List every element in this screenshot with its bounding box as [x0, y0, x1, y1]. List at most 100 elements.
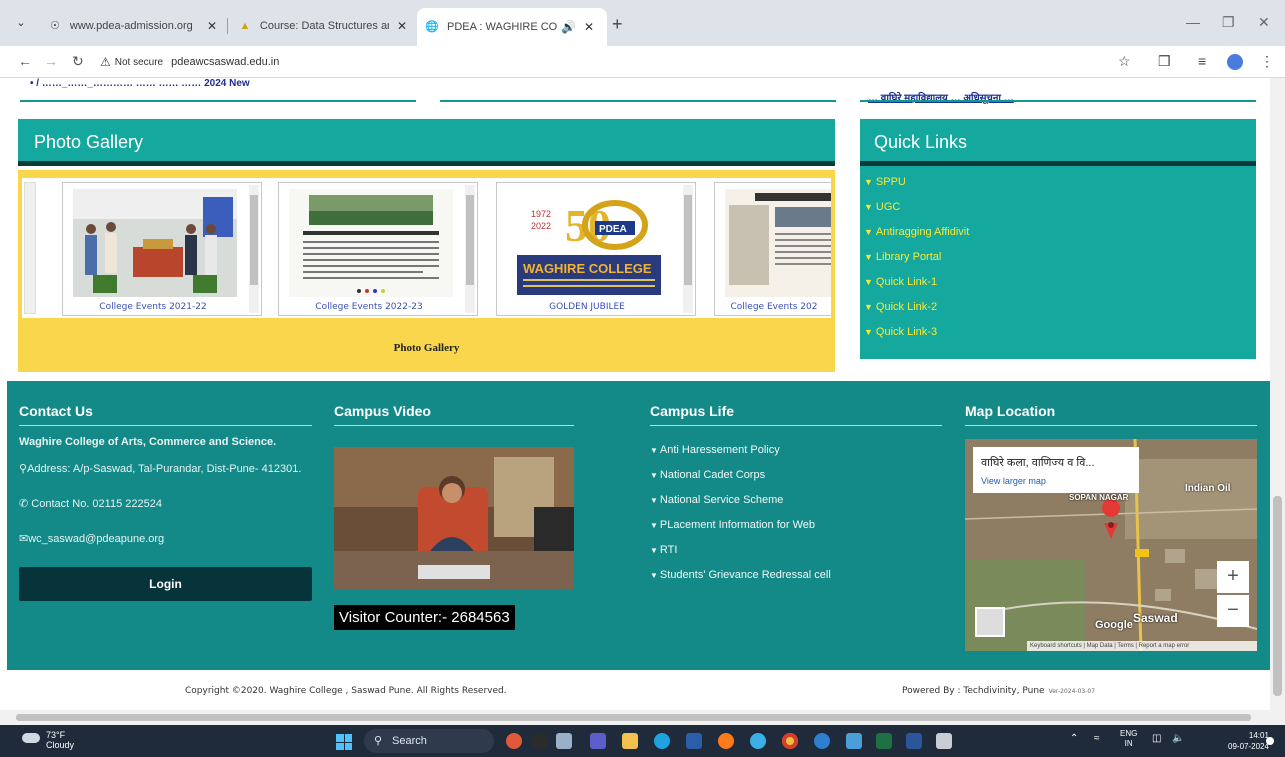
item-scrollbar[interactable] [683, 185, 693, 313]
tab-title: Course: Data Structures and Al [259, 20, 389, 32]
windows-start-icon[interactable] [336, 734, 352, 750]
notification-bell-icon[interactable] [1266, 737, 1274, 745]
jubilee-badge: PDEA [599, 224, 627, 235]
minimize-window-icon[interactable]: — [1186, 14, 1200, 30]
powered-by: Powered By : Techdivinity, Pune Ver-2024-… [902, 686, 1095, 696]
photo-gallery-carousel[interactable]: College Events 2021-22 College Events 20… [22, 178, 831, 318]
app-firefox-icon[interactable] [718, 733, 734, 749]
weather-widget[interactable]: 73°F Cloudy [22, 730, 74, 750]
url-text[interactable]: pdeawcsaswad.edu.in [171, 56, 279, 68]
close-tab-icon[interactable]: ✕ [397, 19, 407, 33]
quick-link-library-portal[interactable]: ▼ Library Portal [860, 249, 1256, 274]
item-scrollbar[interactable] [249, 185, 259, 313]
close-tab-icon[interactable]: ✕ [584, 20, 594, 34]
campus-link-rti[interactable]: ▼ RTI [650, 544, 942, 556]
tray-network-icon[interactable]: ≈ [1094, 733, 1100, 744]
quick-link-3[interactable]: ▼ Quick Link-3 [860, 324, 1256, 349]
gallery-item-caption[interactable]: College Events 2021-22 [63, 302, 243, 312]
close-window-icon[interactable]: ✕ [1258, 14, 1270, 31]
app-file-explorer-icon[interactable] [622, 733, 638, 749]
scroll-thumb[interactable] [16, 714, 1251, 721]
system-clock[interactable]: 14:01 09-07-2024 [1228, 730, 1269, 752]
app-photos-icon[interactable] [846, 733, 862, 749]
address-bar[interactable]: ⚠ Not secure pdeawcsaswad.edu.in [100, 50, 1105, 74]
quick-link-1[interactable]: ▼ Quick Link-1 [860, 274, 1256, 299]
gallery-item-events-202x[interactable]: College Events 202 [714, 182, 831, 316]
campus-link-ncc[interactable]: ▼ National Cadet Corps [650, 469, 942, 481]
browser-tab-course[interactable]: ▲ Course: Data Structures and Al ✕ [230, 12, 415, 40]
campus-link-grievance[interactable]: ▼ Students' Grievance Redressal cell [650, 569, 942, 581]
contact-us-column: Contact Us Waghire College of Arts, Comm… [19, 403, 312, 545]
gallery-photo-newspaper [289, 189, 453, 297]
close-tab-icon[interactable]: ✕ [207, 19, 217, 33]
photo-gallery-caption[interactable]: Photo Gallery [18, 342, 835, 354]
map-zoom-in-button[interactable]: + [1217, 561, 1249, 593]
profile-avatar[interactable] [1227, 54, 1243, 70]
audio-playing-icon[interactable]: 🔊 [561, 20, 576, 34]
gallery-item-golden-jubilee[interactable]: 50 PDEA 1972 2022 WAGHIRE COLLEGE GOLDEN… [496, 182, 696, 316]
app-task-view-icon[interactable] [556, 733, 572, 749]
tab-search-chevron-icon[interactable]: ⌄ [10, 12, 32, 34]
back-arrow-icon[interactable]: ← [18, 53, 32, 69]
taskbar-search-box[interactable]: ⚲ Search [364, 729, 494, 753]
app-excel-icon[interactable] [876, 733, 892, 749]
tray-volume-icon[interactable]: 🔈 [1172, 733, 1184, 744]
app-edge-icon[interactable] [654, 733, 670, 749]
quick-link-sppu[interactable]: ▼ SPPU [860, 174, 1256, 199]
tray-overflow-chevron-icon[interactable]: ⌃ [1070, 733, 1078, 744]
forward-arrow-icon[interactable]: → [44, 53, 58, 69]
gallery-photo-event-group [73, 189, 237, 297]
gallery-item-events-2022-23[interactable]: College Events 2022-23 [278, 182, 478, 316]
app-word-icon[interactable] [906, 733, 922, 749]
app-copilot-icon[interactable] [506, 733, 522, 749]
app-browser-icon[interactable] [750, 733, 766, 749]
carousel-scrollbar[interactable] [24, 182, 36, 314]
app-chrome-icon[interactable] [782, 733, 798, 749]
quick-link-2[interactable]: ▼ Quick Link-2 [860, 299, 1256, 324]
item-scrollbar[interactable] [465, 185, 475, 313]
map-attribution[interactable]: Keyboard shortcuts | Map Data | Terms | … [1027, 641, 1257, 651]
embedded-map[interactable]: वाघिरे कला, वाणिज्य व वि... View larger … [965, 439, 1257, 651]
email-line[interactable]: ✉wc_saswad@pdeapune.org [19, 532, 312, 545]
browser-menu-icon[interactable]: ⋮ [1260, 53, 1274, 70]
link-arrow-icon: ▼ [650, 546, 658, 555]
app-store-icon[interactable] [686, 733, 702, 749]
powered-by-text[interactable]: Powered By : Techdivinity, Pune [902, 686, 1045, 696]
reading-list-icon[interactable]: ≡ [1198, 53, 1206, 69]
quick-link-ugc[interactable]: ▼ UGC [860, 199, 1256, 224]
notice-link-truncated[interactable]: • / ……_……_………… …… …… …… 2024 New [30, 78, 250, 89]
app-snipping-icon[interactable] [936, 733, 952, 749]
bookmark-star-icon[interactable]: ☆ [1118, 53, 1131, 70]
login-button[interactable]: Login [19, 567, 312, 601]
app-media-icon[interactable] [532, 733, 548, 749]
page-horizontal-scrollbar[interactable] [0, 710, 1285, 725]
campus-link-nss[interactable]: ▼ National Service Scheme [650, 494, 942, 506]
security-chip[interactable]: ⚠ Not secure [100, 55, 163, 69]
page-vertical-scrollbar[interactable] [1270, 78, 1285, 710]
tray-wifi-icon[interactable]: ◫ [1152, 733, 1161, 744]
browser-tab-pdea-admission[interactable]: ☉ www.pdea-admission.org ✕ [40, 12, 225, 40]
campus-link-placement[interactable]: ▼ PLacement Information for Web [650, 519, 942, 531]
gallery-item-caption[interactable]: GOLDEN JUBILEE [497, 302, 677, 312]
campus-video-player[interactable] [334, 447, 574, 589]
gallery-item-caption[interactable]: College Events 202 [715, 302, 831, 312]
view-larger-map-link[interactable]: View larger map [981, 476, 1131, 486]
gallery-item-events-2021-22[interactable]: College Events 2021-22 [62, 182, 262, 316]
new-tab-button[interactable]: + [612, 14, 623, 35]
extensions-puzzle-icon[interactable]: ❒ [1158, 53, 1171, 70]
link-arrow-icon: ▼ [864, 252, 873, 262]
campus-video-heading: Campus Video [334, 403, 574, 426]
app-teams-icon[interactable] [590, 733, 606, 749]
language-indicator[interactable]: ENG IN [1120, 729, 1137, 749]
restore-window-icon[interactable]: ❐ [1222, 14, 1235, 31]
map-pegman-button[interactable] [975, 607, 1005, 637]
scroll-thumb[interactable] [1273, 496, 1282, 696]
quick-link-antiragging[interactable]: ▼ Antiragging Affidivit [860, 224, 1256, 249]
map-label-saswad: Saswad [1133, 611, 1178, 625]
map-zoom-out-button[interactable]: − [1217, 595, 1249, 627]
reload-icon[interactable]: ↻ [72, 53, 84, 70]
campus-link-anti-harassment[interactable]: ▼ Anti Haressement Policy [650, 444, 942, 456]
browser-tab-pdea-active[interactable]: 🌐 PDEA : WAGHIRE COLLEGE 🔊 ✕ [417, 8, 607, 46]
gallery-item-caption[interactable]: College Events 2022-23 [279, 302, 459, 312]
app-chrome-profile-icon[interactable] [814, 733, 830, 749]
